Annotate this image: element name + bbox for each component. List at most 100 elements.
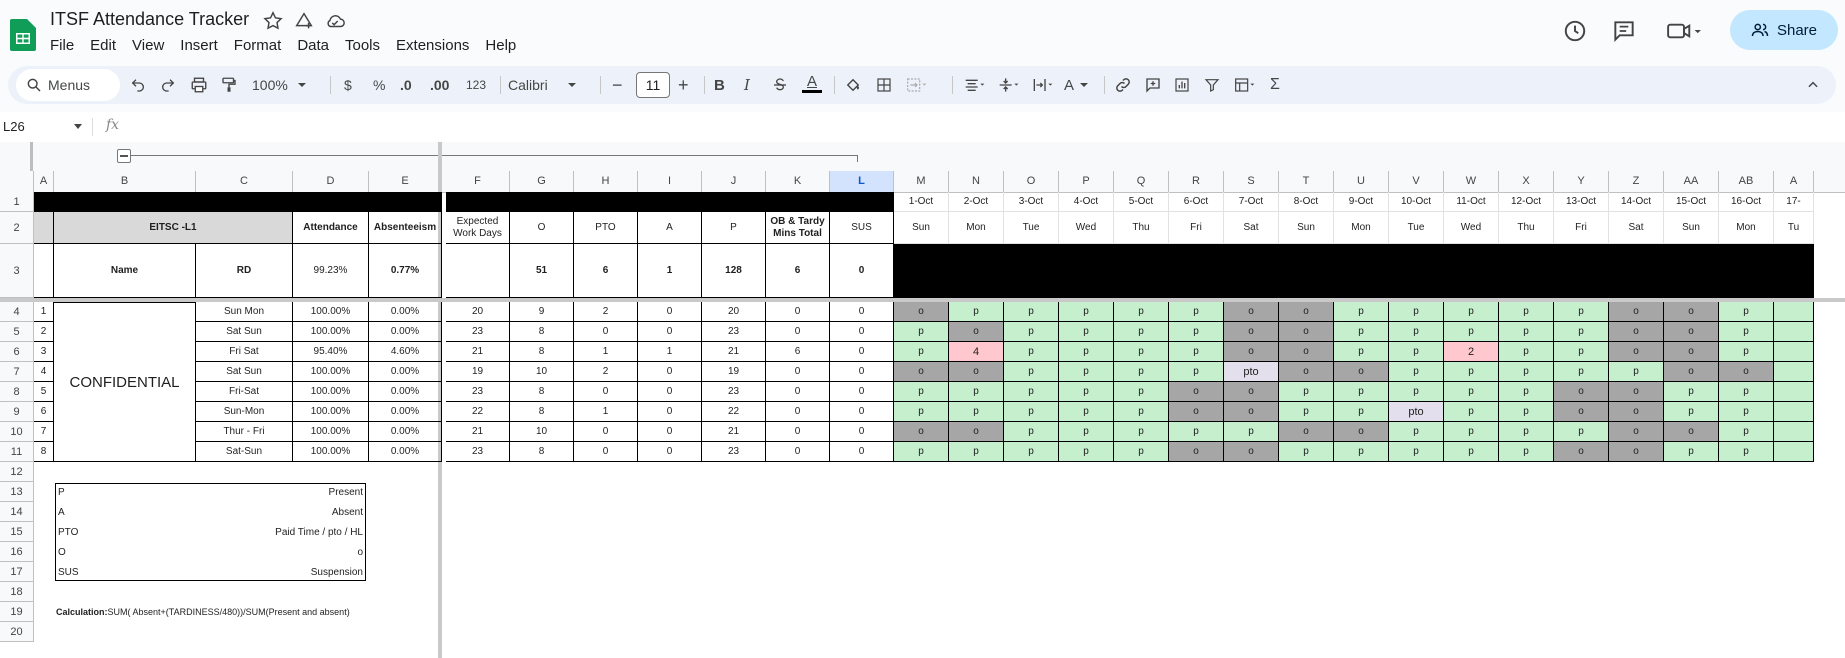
empty-cell[interactable] xyxy=(894,482,949,502)
empty-cell[interactable] xyxy=(1224,522,1279,542)
row-number[interactable]: 5 xyxy=(34,382,54,402)
p-count[interactable]: 20 xyxy=(702,302,766,322)
column-header-d[interactable]: D xyxy=(293,171,369,192)
menus-search-button[interactable]: Menus xyxy=(16,69,120,101)
attendance-mark[interactable]: o xyxy=(894,362,949,382)
row-header-16[interactable]: 16 xyxy=(0,542,34,562)
empty-cell[interactable] xyxy=(1664,562,1719,582)
empty-cell[interactable] xyxy=(1004,562,1059,582)
empty-cell[interactable] xyxy=(1224,462,1279,482)
empty-cell[interactable] xyxy=(369,482,442,502)
empty-cell[interactable] xyxy=(949,522,1004,542)
empty-cell[interactable] xyxy=(702,602,766,622)
empty-cell[interactable] xyxy=(894,542,949,562)
empty-cell[interactable] xyxy=(1224,582,1279,602)
empty-cell[interactable] xyxy=(949,542,1004,562)
attendance-mark[interactable]: o xyxy=(1169,402,1224,422)
attendance-mark[interactable]: p xyxy=(1114,342,1169,362)
attendance-pct[interactable]: 100.00% xyxy=(293,322,369,342)
row-number[interactable]: 8 xyxy=(34,442,54,462)
empty-cell[interactable] xyxy=(1059,522,1114,542)
percent-format-button[interactable]: % xyxy=(373,75,385,95)
empty-cell[interactable] xyxy=(1774,522,1814,542)
empty-cell[interactable] xyxy=(1554,562,1609,582)
date-header[interactable]: 9-Oct xyxy=(1334,192,1389,212)
menu-format[interactable]: Format xyxy=(224,37,288,54)
attendance-mark[interactable]: p xyxy=(1389,362,1444,382)
attendance-mark[interactable]: p xyxy=(1389,342,1444,362)
empty-cell[interactable] xyxy=(1609,582,1664,602)
attendance-mark[interactable]: p xyxy=(1114,382,1169,402)
legend-code[interactable]: A xyxy=(58,502,65,522)
day-header[interactable]: Wed xyxy=(1059,212,1114,244)
empty-cell[interactable] xyxy=(894,562,949,582)
empty-cell[interactable] xyxy=(196,622,293,642)
attendance-pct[interactable]: 100.00% xyxy=(293,442,369,462)
collapse-toolbar-icon[interactable] xyxy=(1806,75,1820,95)
absenteeism-header[interactable]: Absenteeism xyxy=(369,212,442,244)
attendance-mark[interactable]: o xyxy=(894,302,949,322)
empty-cell[interactable] xyxy=(369,622,442,642)
empty-cell[interactable] xyxy=(1664,502,1719,522)
empty-cell[interactable] xyxy=(1004,522,1059,542)
empty-cell[interactable] xyxy=(702,622,766,642)
date-header[interactable]: 13-Oct xyxy=(1554,192,1609,212)
empty-cell[interactable] xyxy=(1499,522,1554,542)
empty-cell[interactable] xyxy=(1004,482,1059,502)
date-header[interactable]: 11-Oct xyxy=(1444,192,1499,212)
attendance-mark[interactable]: p xyxy=(1059,402,1114,422)
empty-cell[interactable] xyxy=(894,622,949,642)
attendance-mark[interactable]: p xyxy=(1004,322,1059,342)
empty-cell[interactable] xyxy=(949,502,1004,522)
attendance-mark[interactable]: o xyxy=(1554,442,1609,462)
empty-cell[interactable] xyxy=(1554,602,1609,622)
p-header[interactable]: P xyxy=(702,212,766,244)
empty-cell[interactable] xyxy=(1334,502,1389,522)
p-count[interactable]: 21 xyxy=(702,422,766,442)
o-count[interactable]: 8 xyxy=(510,322,574,342)
empty-cell[interactable] xyxy=(510,602,574,622)
empty-cell[interactable] xyxy=(949,462,1004,482)
empty-cell[interactable] xyxy=(894,462,949,482)
row-header-19[interactable]: 19 xyxy=(0,602,34,622)
empty-cell[interactable] xyxy=(369,522,442,542)
attendance-mark[interactable]: p xyxy=(1334,342,1389,362)
column-header-ac[interactable]: A xyxy=(1774,171,1814,192)
attendance-mark[interactable]: p xyxy=(949,302,1004,322)
attendance-mark[interactable]: p xyxy=(949,442,1004,462)
attendance-mark[interactable]: o xyxy=(1719,362,1774,382)
rest-days[interactable]: Sat-Sun xyxy=(196,442,293,462)
attendance-mark[interactable]: p xyxy=(1554,422,1609,442)
insert-comment-icon[interactable] xyxy=(1144,75,1162,95)
empty-cell[interactable] xyxy=(293,582,369,602)
column-header-n[interactable]: N xyxy=(949,171,1004,192)
empty-cell[interactable] xyxy=(54,622,196,642)
attendance-mark[interactable]: p xyxy=(1554,302,1609,322)
attendance-mark[interactable]: p xyxy=(1554,342,1609,362)
empty-cell[interactable] xyxy=(949,562,1004,582)
date-header[interactable]: 12-Oct xyxy=(1499,192,1554,212)
empty-cell[interactable] xyxy=(1389,562,1444,582)
empty-cell[interactable] xyxy=(446,462,510,482)
empty-cell[interactable] xyxy=(1389,542,1444,562)
empty-cell[interactable] xyxy=(1004,622,1059,642)
attendance-mark[interactable]: o xyxy=(1169,442,1224,462)
attendance-mark[interactable]: p xyxy=(1389,302,1444,322)
date-header[interactable]: 17- xyxy=(1774,192,1814,212)
attendance-mark[interactable]: 2 xyxy=(1444,342,1499,362)
empty-cell[interactable] xyxy=(1609,462,1664,482)
attendance-mark[interactable]: p xyxy=(1389,322,1444,342)
row-number[interactable]: 6 xyxy=(34,402,54,422)
absenteeism-pct[interactable]: 0.00% xyxy=(369,402,442,422)
rd-header[interactable]: RD xyxy=(196,244,293,298)
empty-cell[interactable] xyxy=(1224,542,1279,562)
p-count[interactable]: 23 xyxy=(702,442,766,462)
attendance-mark[interactable]: o xyxy=(1224,402,1279,422)
row-header-2[interactable]: 2 xyxy=(0,212,34,244)
attendance-mark[interactable]: p xyxy=(1719,422,1774,442)
legend-description[interactable]: o xyxy=(196,542,363,562)
a-count[interactable]: 1 xyxy=(638,342,702,362)
sus-header[interactable]: SUS xyxy=(830,212,894,244)
attendance-mark[interactable]: p xyxy=(1499,302,1554,322)
attendance-mark[interactable]: p xyxy=(1334,402,1389,422)
